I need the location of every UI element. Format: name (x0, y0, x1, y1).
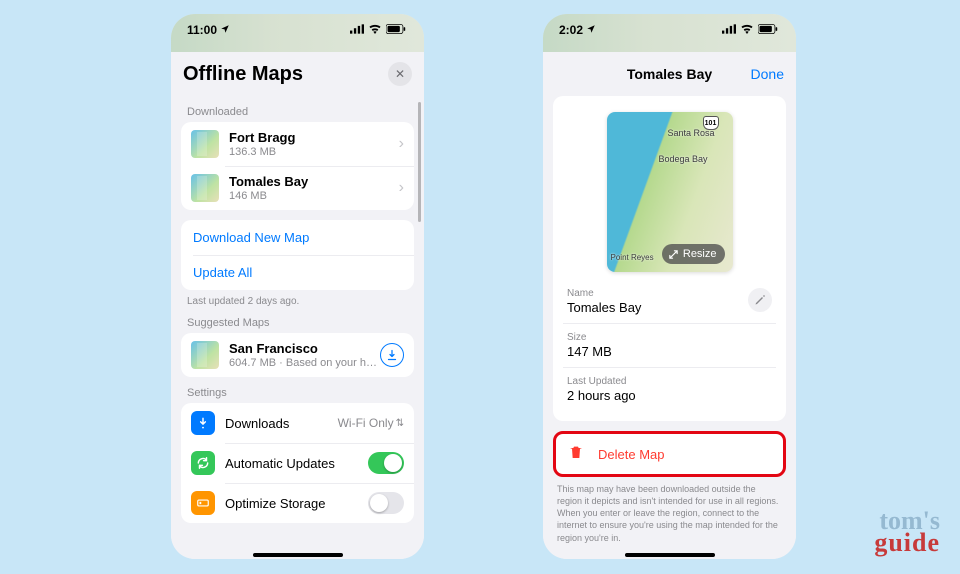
optimize-storage-toggle[interactable] (368, 492, 404, 514)
info-label: Last Updated (567, 376, 772, 387)
location-icon (220, 23, 230, 37)
updown-icon: ⇅ (396, 418, 404, 429)
suggested-item-san-francisco[interactable]: San Francisco 604.7 MB · Based on your h… (181, 333, 414, 377)
delete-map-button[interactable]: Delete Map (556, 434, 783, 474)
phone-map-detail: 2:02 Tomales Bay Done 101 Santa Rosa Bod… (543, 14, 796, 559)
phone-offline-maps: 11:00 Offline Maps ✕ Downloaded (171, 14, 424, 559)
page-title: Offline Maps (183, 63, 303, 86)
edit-name-button[interactable] (748, 288, 772, 312)
download-circle-icon (191, 411, 215, 435)
wifi-icon (368, 23, 382, 37)
resize-button[interactable]: Resize (662, 244, 725, 264)
info-value: 2 hours ago (567, 388, 772, 403)
download-button[interactable] (380, 343, 404, 367)
chevron-right-icon: › (399, 135, 404, 153)
resize-icon (668, 249, 679, 260)
info-label: Name (567, 288, 748, 299)
info-value: Tomales Bay (567, 300, 748, 315)
setting-label: Automatic Updates (225, 456, 368, 471)
map-detail-sheet: Tomales Bay Done 101 Santa Rosa Bodega B… (543, 52, 796, 559)
automatic-updates-toggle[interactable] (368, 452, 404, 474)
battery-icon (758, 23, 778, 37)
update-all-button[interactable]: Update All (181, 255, 414, 290)
info-row-size: Size 147 MB (563, 323, 776, 367)
map-thumb-icon (191, 341, 219, 369)
pencil-icon (754, 294, 766, 306)
map-city-label: Bodega Bay (659, 154, 708, 164)
map-size: 146 MB (229, 190, 399, 202)
scrollbar[interactable] (418, 102, 421, 222)
downloaded-section-label: Downloaded (181, 96, 414, 122)
offline-maps-sheet: Offline Maps ✕ Downloaded Fort Bragg 136… (171, 52, 424, 559)
location-icon (586, 23, 596, 37)
setting-value: Wi-Fi Only (338, 416, 394, 430)
download-icon (386, 349, 398, 361)
close-icon: ✕ (395, 67, 405, 81)
suggested-section-label: Suggested Maps (181, 307, 414, 333)
home-indicator[interactable] (625, 553, 715, 557)
map-size: 136.3 MB (229, 146, 399, 158)
detail-card: 101 Santa Rosa Bodega Bay Point Reyes Re… (553, 96, 786, 421)
info-row-name: Name Tomales Bay (563, 282, 776, 323)
downloaded-item-tomales-bay[interactable]: Tomales Bay 146 MB › (181, 166, 414, 210)
info-value: 147 MB (567, 344, 772, 359)
content-scroll[interactable]: Downloaded Fort Bragg 136.3 MB › Tomales… (171, 96, 424, 559)
status-time: 11:00 (187, 23, 217, 37)
chevron-right-icon: › (399, 179, 404, 197)
home-indicator[interactable] (253, 553, 343, 557)
trash-icon (568, 444, 588, 464)
map-sub: 604.7 MB · Based on your home (229, 357, 380, 369)
delete-label: Delete Map (598, 447, 664, 462)
setting-optimize-storage: Optimize Storage (181, 483, 414, 523)
cellular-icon (350, 23, 364, 37)
setting-label: Optimize Storage (225, 496, 368, 511)
setting-label: Downloads (225, 416, 338, 431)
wifi-icon (740, 23, 754, 37)
downloaded-list: Fort Bragg 136.3 MB › Tomales Bay 146 MB… (181, 122, 414, 210)
last-updated-text: Last updated 2 days ago. (181, 290, 414, 307)
map-preview[interactable]: 101 Santa Rosa Bodega Bay Point Reyes Re… (607, 112, 733, 272)
status-bar: 11:00 (171, 14, 424, 46)
actions-card: Download New Map Update All (181, 220, 414, 290)
suggested-list: San Francisco 604.7 MB · Based on your h… (181, 333, 414, 377)
content-scroll[interactable]: 101 Santa Rosa Bodega Bay Point Reyes Re… (543, 96, 796, 559)
info-row-updated: Last Updated 2 hours ago (563, 367, 776, 411)
sheet-header: Offline Maps ✕ (171, 52, 424, 96)
map-thumb-icon (191, 130, 219, 158)
downloaded-item-fort-bragg[interactable]: Fort Bragg 136.3 MB › (181, 122, 414, 166)
status-time: 2:02 (559, 23, 583, 37)
disclaimer-text: This map may have been downloaded outsid… (553, 477, 786, 544)
download-new-map-button[interactable]: Download New Map (181, 220, 414, 255)
info-label: Size (567, 332, 772, 343)
map-city-label: Santa Rosa (667, 128, 714, 138)
settings-section-label: Settings (181, 377, 414, 403)
setting-automatic-updates: Automatic Updates (181, 443, 414, 483)
sheet-header: Tomales Bay Done (543, 52, 796, 96)
watermark-line2: guide (874, 532, 940, 554)
sync-icon (191, 451, 215, 475)
close-button[interactable]: ✕ (388, 62, 412, 86)
status-bar: 2:02 (543, 14, 796, 46)
battery-icon (386, 23, 406, 37)
map-city-label: Point Reyes (611, 253, 654, 262)
done-button[interactable]: Done (751, 66, 784, 82)
map-name: Tomales Bay (229, 174, 399, 189)
resize-label: Resize (683, 248, 717, 260)
watermark: tom's guide (874, 510, 940, 554)
map-name: San Francisco (229, 341, 380, 356)
delete-highlight-box: Delete Map (553, 431, 786, 477)
map-name: Fort Bragg (229, 130, 399, 145)
setting-downloads[interactable]: Downloads Wi-Fi Only ⇅ (181, 403, 414, 443)
cellular-icon (722, 23, 736, 37)
settings-list: Downloads Wi-Fi Only ⇅ Automatic Updates (181, 403, 414, 523)
storage-icon (191, 491, 215, 515)
map-thumb-icon (191, 174, 219, 202)
